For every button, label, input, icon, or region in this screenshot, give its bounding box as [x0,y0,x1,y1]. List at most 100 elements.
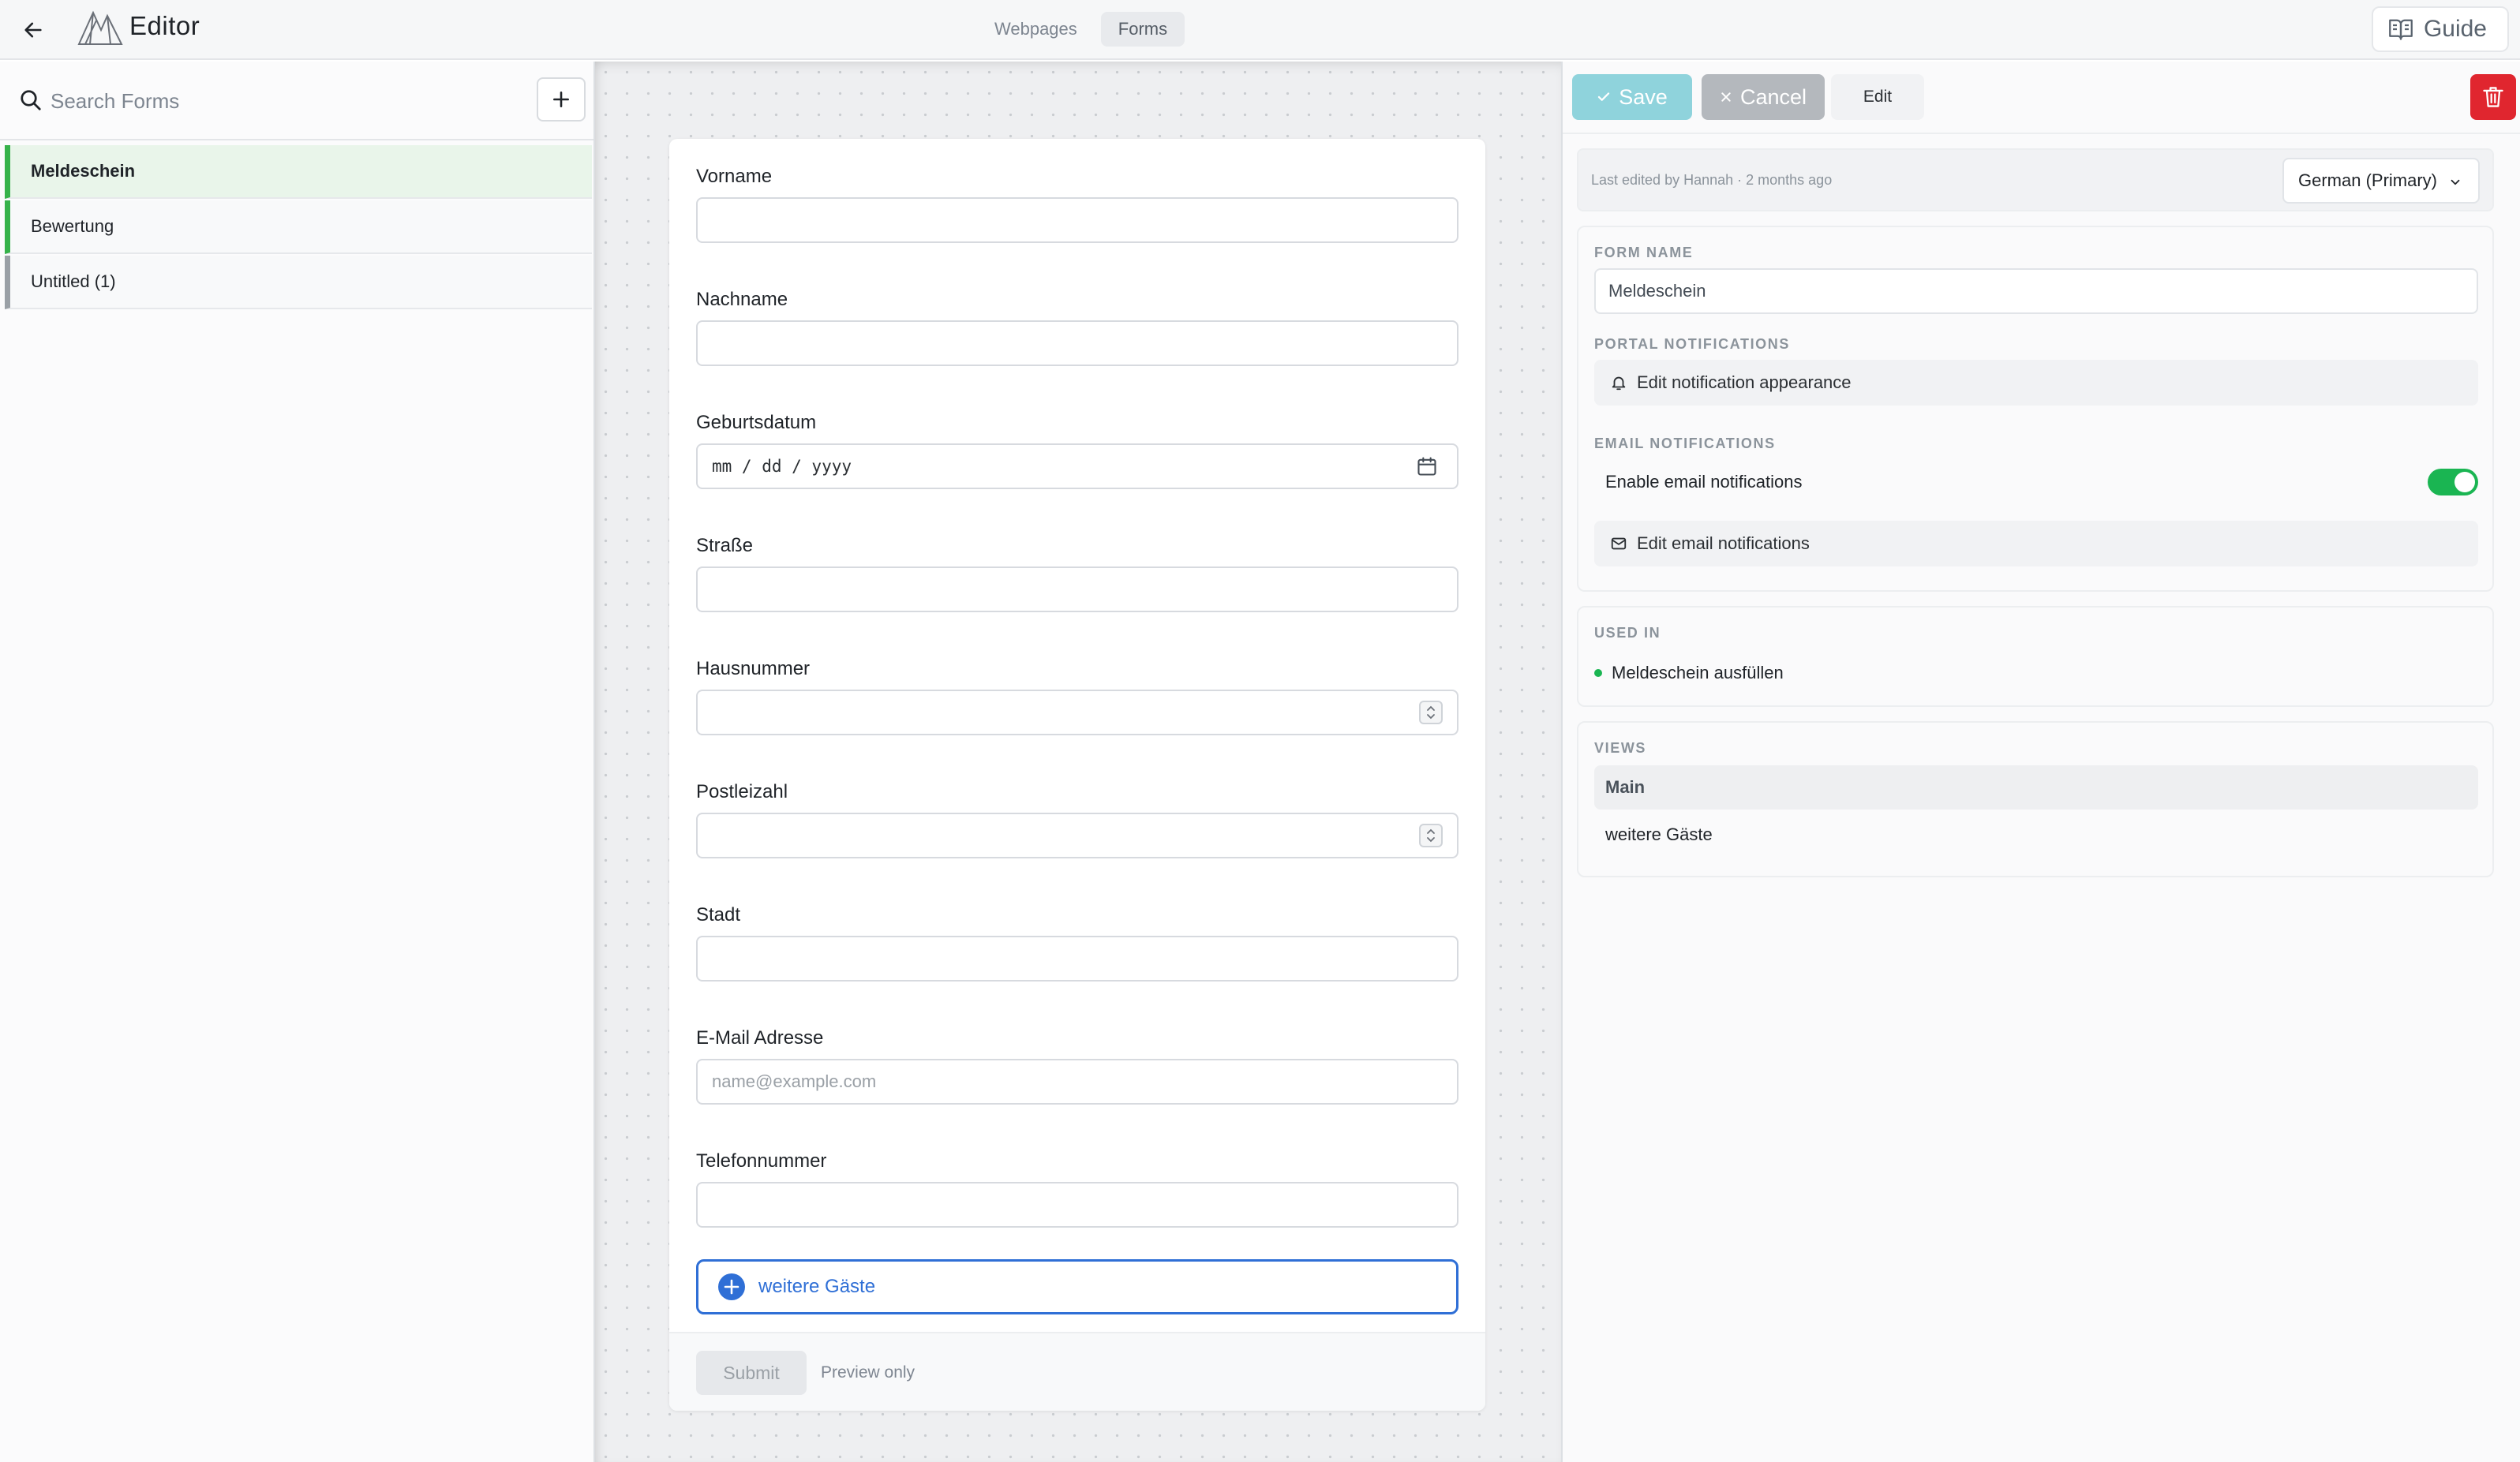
views-section: VIEWS Main weitere Gäste [1577,721,2494,877]
form-list-item-bewertung[interactable]: Bewertung [5,200,592,254]
search-icon [19,88,43,112]
edit-notification-appearance-button[interactable]: Edit notification appearance [1594,360,2478,406]
calendar-icon[interactable] [1416,455,1438,477]
book-icon [2389,19,2413,40]
form-footer: Submit Preview only [669,1332,1485,1411]
preview-only-note: Preview only [821,1363,916,1382]
status-dot [1594,669,1602,677]
spinner-icon[interactable] [1419,824,1443,847]
date-mask: mm / dd / yyyy [712,457,852,476]
field-strasse: Straße [696,533,1458,612]
edit-notification-appearance-label: Edit notification appearance [1637,372,1852,392]
forms-sidebar: Meldeschein Bewertung Untitled (1) [0,62,595,1462]
geburtsdatum-input[interactable]: mm / dd / yyyy [696,443,1458,489]
field-telefonnummer: Telefonnummer [696,1149,1458,1228]
logo-icon [77,9,123,46]
field-label: Straße [696,535,754,556]
edit-button[interactable]: Edit [1831,74,1924,120]
email-toggle-label: Enable email notifications [1605,472,1803,492]
edit-meta-box: Last edited by Hannah · 2 months ago Ger… [1577,148,2494,211]
postleizahl-input[interactable] [696,813,1458,858]
field-label: Hausnummer [696,658,811,679]
back-arrow-icon [24,22,42,38]
used-in-label: Meldeschein ausfüllen [1612,663,1784,682]
submit-button[interactable]: Submit [696,1351,807,1395]
trash-icon [2483,87,2503,107]
field-label: Telefonnummer [696,1150,827,1172]
field-label: Nachname [696,289,788,310]
used-in-heading: USED IN [1594,625,1661,641]
email-notifications-toggle[interactable] [2428,469,2478,495]
app-title: Editor [129,11,200,40]
strasse-input[interactable] [696,566,1458,612]
field-email: E-Mail Adresse name@example.com [696,1026,1458,1105]
check-icon [1598,92,1610,101]
chevron-down-icon [2451,179,2460,185]
field-label: Postleizahl [696,781,788,802]
action-bar: Save Cancel Edit [1563,62,2520,134]
field-hausnummer: Hausnummer [696,656,1458,735]
portal-notifications-heading: PORTAL NOTIFICATIONS [1594,336,1790,352]
email-toggle-row: Enable email notifications [1594,459,2478,505]
field-vorname: Vorname [696,164,1458,243]
views-heading: VIEWS [1594,740,1647,756]
search-row [0,62,593,140]
field-nachname: Nachname [696,287,1458,366]
form-name-heading: FORM NAME [1594,245,1694,260]
view-item-main[interactable]: Main [1594,765,2478,810]
used-in-section: USED IN Meldeschein ausfüllen [1577,606,2494,707]
telefonnummer-input[interactable] [696,1182,1458,1228]
email-input[interactable]: name@example.com [696,1059,1458,1105]
stadt-input[interactable] [696,936,1458,982]
top-nav: Webpages Forms [977,12,1185,47]
nachname-input[interactable] [696,320,1458,366]
form-preview-card: Vorname Nachname Geburtsdatum mm / dd / … [669,139,1485,1411]
edit-email-notifications-button[interactable]: Edit email notifications [1594,521,2478,566]
field-geburtsdatum: Geburtsdatum mm / dd / yyyy [696,410,1458,489]
save-button[interactable]: Save [1572,74,1692,120]
form-list-item-meldeschein[interactable]: Meldeschein [5,145,592,199]
vorname-input[interactable] [696,197,1458,243]
tab-forms[interactable]: Forms [1100,12,1185,47]
edit-email-notifications-label: Edit email notifications [1637,533,1810,553]
field-label: Stadt [696,904,741,925]
spinner-icon[interactable] [1419,701,1443,724]
form-settings-panel: Save Cancel Edit Last edited by Hannah ·… [1561,62,2520,1462]
cancel-button[interactable]: Cancel [1702,74,1825,120]
field-postleizahl: Postleizahl [696,780,1458,858]
save-label: Save [1619,84,1668,109]
add-form-button[interactable] [537,77,586,122]
view-item-weitere-gaeste[interactable]: weitere Gäste [1594,813,2478,857]
plus-circle-icon [718,1273,745,1300]
field-label: Vorname [696,166,773,187]
bell-icon [1612,376,1626,391]
search-forms-input[interactable] [51,80,524,122]
mail-icon [1611,537,1627,550]
form-list-item-untitled[interactable]: Untitled (1) [5,256,592,309]
field-stadt: Stadt [696,903,1458,982]
plus-icon [553,92,569,107]
settings-section: FORM NAME Meldeschein PORTAL NOTIFICATIO… [1577,226,2494,592]
field-label: Geburtsdatum [696,412,817,433]
form-list: Meldeschein Bewertung Untitled (1) [5,145,592,311]
close-icon [1721,92,1731,102]
language-select[interactable]: German (Primary) [2282,158,2480,204]
email-notifications-heading: EMAIL NOTIFICATIONS [1594,436,1776,451]
add-guests-label: weitere Gäste [758,1276,876,1297]
email-placeholder: name@example.com [712,1071,877,1091]
last-edited-text: Last edited by Hannah · 2 months ago [1591,172,1833,188]
tab-webpages[interactable]: Webpages [977,12,1095,47]
hausnummer-input[interactable] [696,690,1458,735]
delete-button[interactable] [2470,74,2516,120]
add-guests-button[interactable]: weitere Gäste [696,1259,1458,1314]
field-label: E-Mail Adresse [696,1027,824,1049]
form-name-input[interactable]: Meldeschein [1594,268,2478,314]
guide-label: Guide [2423,16,2487,42]
form-canvas: Vorname Nachname Geburtsdatum mm / dd / … [595,62,1561,1462]
back-button[interactable] [16,13,51,47]
language-value: German (Primary) [2298,170,2438,190]
used-in-item[interactable]: Meldeschein ausfüllen [1594,663,1784,683]
top-bar: Editor Webpages Forms Guide [0,0,2520,60]
cancel-label: Cancel [1739,84,1807,109]
guide-button[interactable]: Guide [2371,6,2509,52]
